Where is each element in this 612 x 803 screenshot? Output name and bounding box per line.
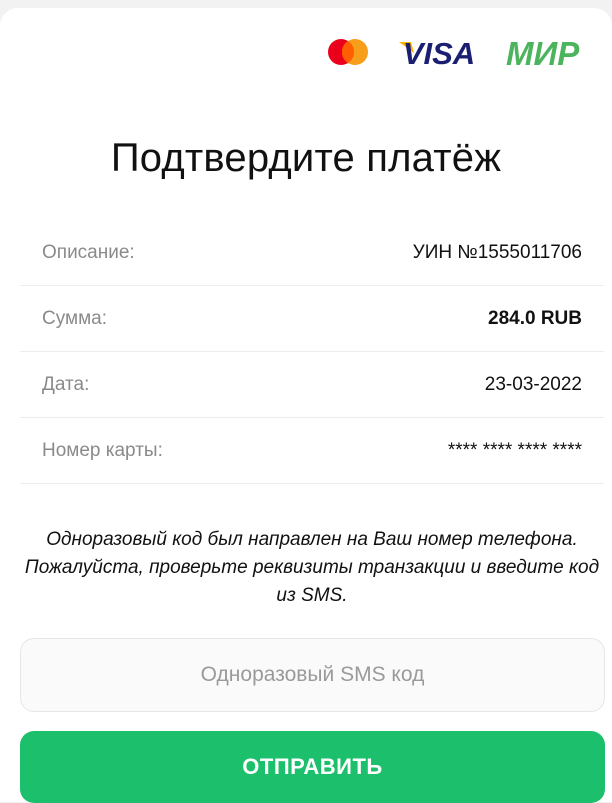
mir-logo-icon: МИР xyxy=(506,36,580,68)
detail-value: УИН №1555011706 xyxy=(412,241,582,263)
detail-row-amount: Сумма: 284.0 RUB xyxy=(20,286,604,352)
sms-notice-text: Одноразовый код был направлен на Ваш ном… xyxy=(24,529,600,606)
detail-row-card-number: Номер карты: **** **** **** **** xyxy=(20,418,604,484)
visa-logo-icon: VISA xyxy=(399,36,475,68)
sms-code-input[interactable] xyxy=(20,638,605,712)
page-title: Подтвердите платёж xyxy=(110,136,502,180)
detail-row-date: Дата: 23-03-2022 xyxy=(20,352,604,418)
detail-value: **** **** **** **** xyxy=(447,439,582,461)
mastercard-logo-icon xyxy=(328,39,368,65)
payment-details: Описание: УИН №1555011706 Сумма: 284.0 R… xyxy=(20,220,604,484)
detail-label: Номер карты: xyxy=(42,439,163,461)
svg-text:МИР: МИР xyxy=(506,36,580,68)
payment-logos: VISA МИР xyxy=(326,36,598,68)
detail-label: Сумма: xyxy=(42,307,107,329)
svg-text:VISA: VISA xyxy=(403,36,475,68)
detail-label: Описание: xyxy=(42,241,135,263)
submit-button[interactable]: ОТПРАВИТЬ xyxy=(20,731,605,803)
detail-value: 284.0 RUB xyxy=(488,307,582,329)
detail-row-description: Описание: УИН №1555011706 xyxy=(20,220,604,286)
detail-label: Дата: xyxy=(42,373,90,395)
detail-value: 23-03-2022 xyxy=(484,373,582,395)
